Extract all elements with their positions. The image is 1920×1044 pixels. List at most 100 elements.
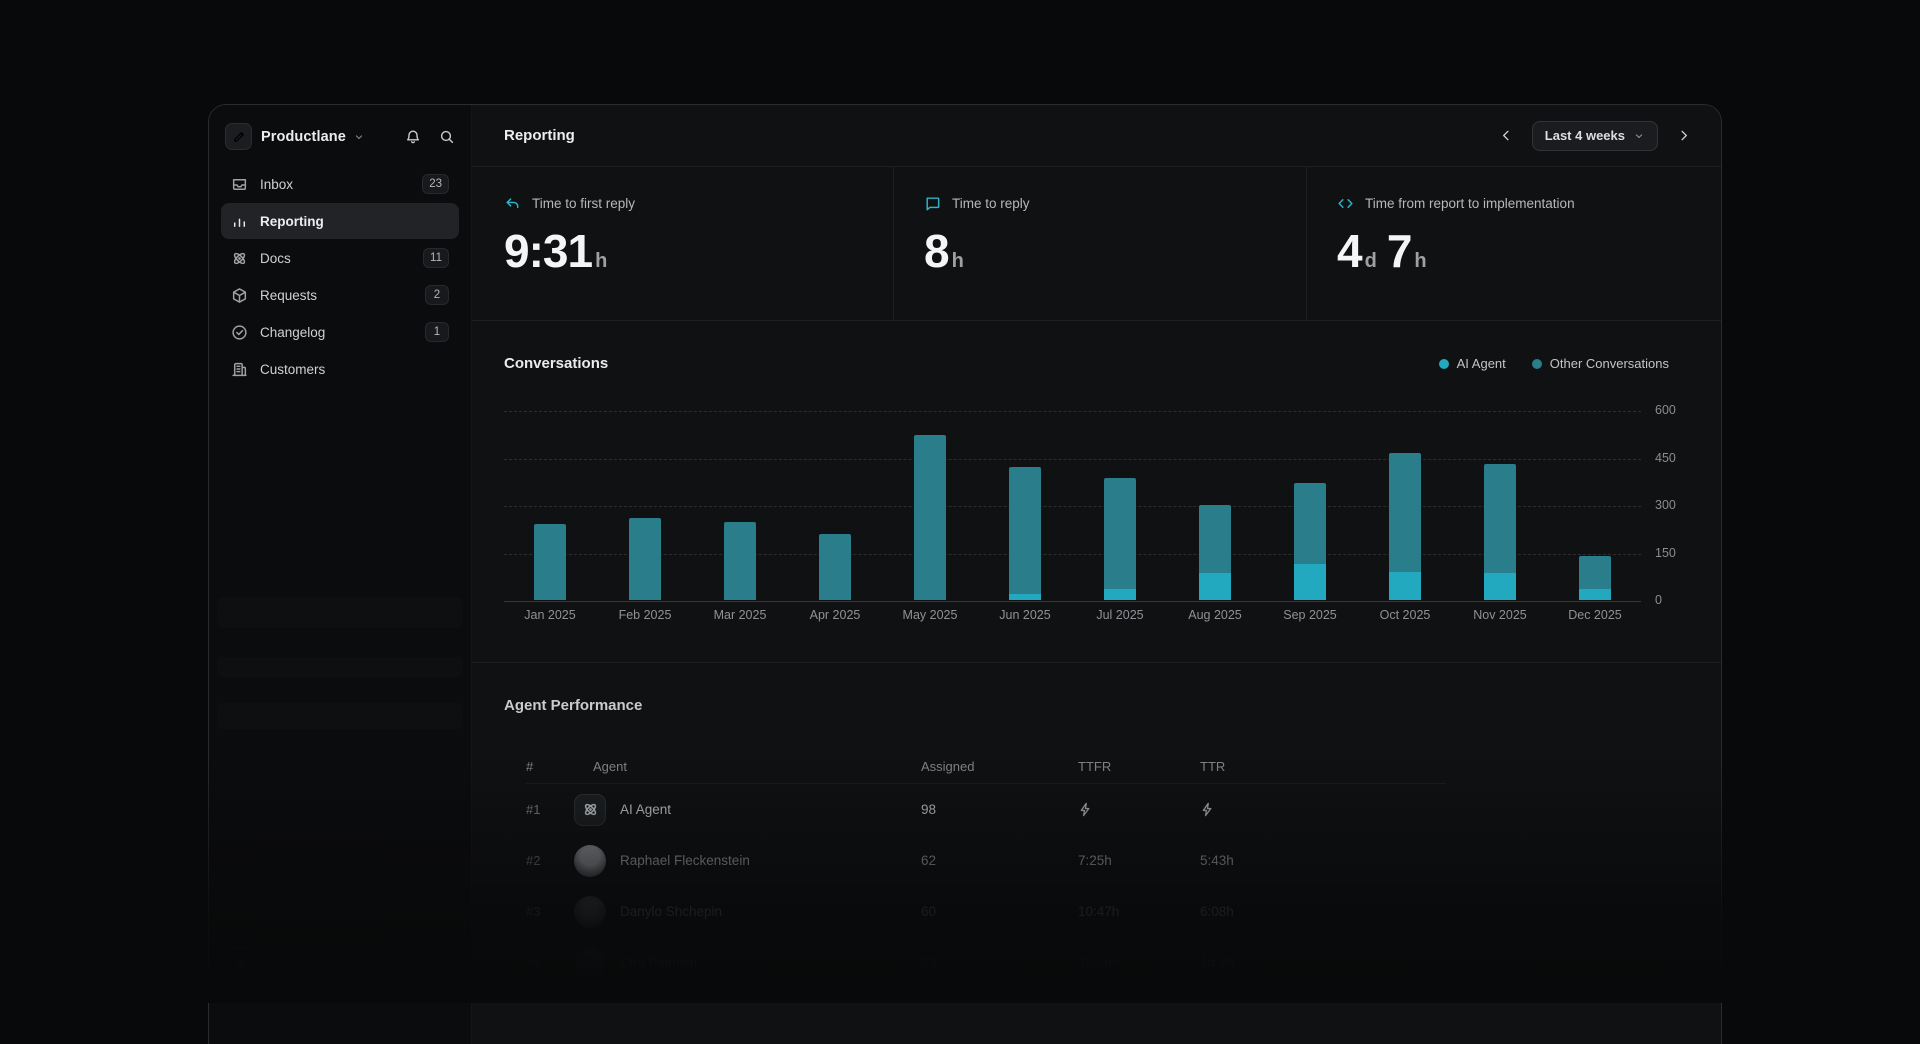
- sidebar-item-inbox[interactable]: Inbox23: [221, 166, 459, 202]
- lightning-icon: [1200, 802, 1446, 817]
- bar-segment-other: [819, 534, 851, 601]
- ttfr-cell: 12:56h: [1078, 955, 1200, 970]
- sidebar-item-docs[interactable]: Docs11: [221, 240, 459, 276]
- legend-dot: [1439, 359, 1449, 369]
- table-row[interactable]: #3Danylo Shchepin6010:47h6:08h: [526, 886, 1446, 937]
- sidebar: Productlane Inbox23ReportingDocs11Reques…: [209, 105, 472, 1044]
- bar-oct-2025[interactable]: [1389, 453, 1421, 600]
- sidebar-item-label: Customers: [260, 362, 325, 377]
- sidebar-item-label: Docs: [260, 251, 291, 266]
- date-range-controls: Last 4 weeks: [1495, 121, 1695, 151]
- rank-cell: #2: [526, 853, 574, 868]
- bar-segment-ai: [1104, 589, 1136, 600]
- agent-performance-section: Agent Performance #AgentAssignedTTFRTTR …: [472, 663, 1721, 1044]
- range-selector-label: Last 4 weeks: [1545, 128, 1625, 143]
- bar-jul-2025[interactable]: [1104, 478, 1136, 600]
- sidebar-item-reporting[interactable]: Reporting: [221, 203, 459, 239]
- workspace-chevron-down-icon[interactable]: [353, 131, 365, 143]
- bar-segment-other: [629, 518, 661, 600]
- bar-sep-2025[interactable]: [1294, 483, 1326, 600]
- lightning-icon: [1078, 802, 1200, 817]
- assigned-cell: 98: [921, 802, 1078, 817]
- productlane-logo-icon: [225, 123, 252, 150]
- bar-segment-ai: [1389, 572, 1421, 601]
- bar-segment-ai: [1579, 589, 1611, 600]
- metric-label: Time to first reply: [532, 196, 635, 211]
- metric-value: 4d7h: [1337, 224, 1721, 278]
- bar-jan-2025[interactable]: [534, 524, 566, 600]
- bar-apr-2025[interactable]: [819, 534, 851, 601]
- search-icon[interactable]: [439, 129, 455, 145]
- rank-cell: #3: [526, 904, 574, 919]
- page-title: Reporting: [504, 127, 575, 144]
- x-axis-label: Jan 2025: [505, 608, 595, 622]
- bar-nov-2025[interactable]: [1484, 464, 1516, 600]
- column-header-agent: Agent: [574, 759, 921, 774]
- x-axis-label: Sep 2025: [1265, 608, 1355, 622]
- x-axis-label: Aug 2025: [1170, 608, 1260, 622]
- bar-feb-2025[interactable]: [629, 518, 661, 600]
- rank-cell: #1: [526, 802, 574, 817]
- bar-jun-2025[interactable]: [1009, 467, 1041, 600]
- gridline: [504, 411, 1641, 412]
- bar-segment-other: [1579, 556, 1611, 589]
- conversations-title: Conversations: [504, 355, 608, 372]
- metric-card-2: Time to reply8h: [893, 167, 1306, 320]
- metric-card-1: Time to first reply9:31h: [472, 167, 893, 320]
- sidebar-item-customers[interactable]: Customers: [221, 351, 459, 387]
- bar-dec-2025[interactable]: [1579, 556, 1611, 600]
- sidebar-header: Productlane: [221, 123, 459, 166]
- legend-item: Other Conversations: [1532, 356, 1669, 371]
- x-axis-label: Dec 2025: [1550, 608, 1640, 622]
- conversations-section: Conversations AI AgentOther Conversation…: [472, 321, 1721, 663]
- agent-name: AI Agent: [620, 802, 671, 817]
- bar-segment-ai: [1009, 594, 1041, 600]
- ttfr-cell: 7:25h: [1078, 853, 1200, 868]
- gridline: [504, 459, 1641, 460]
- reply-arrow-icon: [504, 195, 521, 212]
- bar-segment-other: [724, 522, 756, 600]
- ttr-cell: 6:08h: [1200, 904, 1446, 919]
- bar-segment-other: [1199, 505, 1231, 573]
- y-axis-label: 600: [1655, 403, 1699, 417]
- legend-label: Other Conversations: [1550, 356, 1669, 371]
- table-row[interactable]: #1 AI Agent 98: [526, 784, 1446, 835]
- x-axis-label: Apr 2025: [790, 608, 880, 622]
- x-axis-label: Oct 2025: [1360, 608, 1450, 622]
- agent-performance-title: Agent Performance: [504, 697, 1721, 714]
- range-selector-dropdown[interactable]: Last 4 weeks: [1532, 121, 1658, 151]
- sidebar-skeleton-band: [217, 703, 463, 729]
- table-row[interactable]: #2Raphael Fleckenstein627:25h5:43h: [526, 835, 1446, 886]
- bar-aug-2025[interactable]: [1199, 505, 1231, 600]
- cube-icon: [231, 287, 248, 304]
- agent-cell: Ciro Palmieri: [574, 947, 921, 979]
- metrics-row: Time to first reply9:31hTime to reply8h T…: [472, 167, 1721, 321]
- chart-legend: AI AgentOther Conversations: [1439, 356, 1669, 371]
- x-axis-label: Nov 2025: [1455, 608, 1545, 622]
- y-axis-label: 300: [1655, 498, 1699, 512]
- sidebar-skeleton-band: [217, 657, 463, 677]
- sidebar-badge: 23: [422, 174, 449, 194]
- notifications-bell-icon[interactable]: [405, 129, 421, 145]
- check-circle-icon: [231, 324, 248, 341]
- bar-chart-icon: [231, 213, 248, 230]
- range-next-button[interactable]: [1672, 124, 1695, 147]
- workspace-name[interactable]: Productlane: [261, 129, 346, 145]
- bar-may-2025[interactable]: [914, 435, 946, 600]
- agent-name: Ciro Palmieri: [620, 955, 697, 970]
- chevron-down-icon: [1633, 130, 1645, 142]
- main-content: Reporting Last 4 weeks Time to first rep…: [472, 105, 1721, 1044]
- bar-segment-other: [1009, 467, 1041, 594]
- agent-name: Raphael Fleckenstein: [620, 853, 750, 868]
- sidebar-item-changelog[interactable]: Changelog1: [221, 314, 459, 350]
- assigned-cell: 23: [921, 955, 1078, 970]
- code-icon: [1337, 195, 1354, 212]
- help-button[interactable]: ?: [219, 947, 261, 989]
- column-header-assigned: Assigned: [921, 759, 1078, 774]
- bar-mar-2025[interactable]: [724, 522, 756, 600]
- sidebar-item-requests[interactable]: Requests2: [221, 277, 459, 313]
- ai-agent-avatar: [574, 794, 606, 826]
- user-avatar: [574, 896, 606, 928]
- range-prev-button[interactable]: [1495, 124, 1518, 147]
- table-row[interactable]: #4Ciro Palmieri2312:56h1d 2h: [526, 937, 1446, 988]
